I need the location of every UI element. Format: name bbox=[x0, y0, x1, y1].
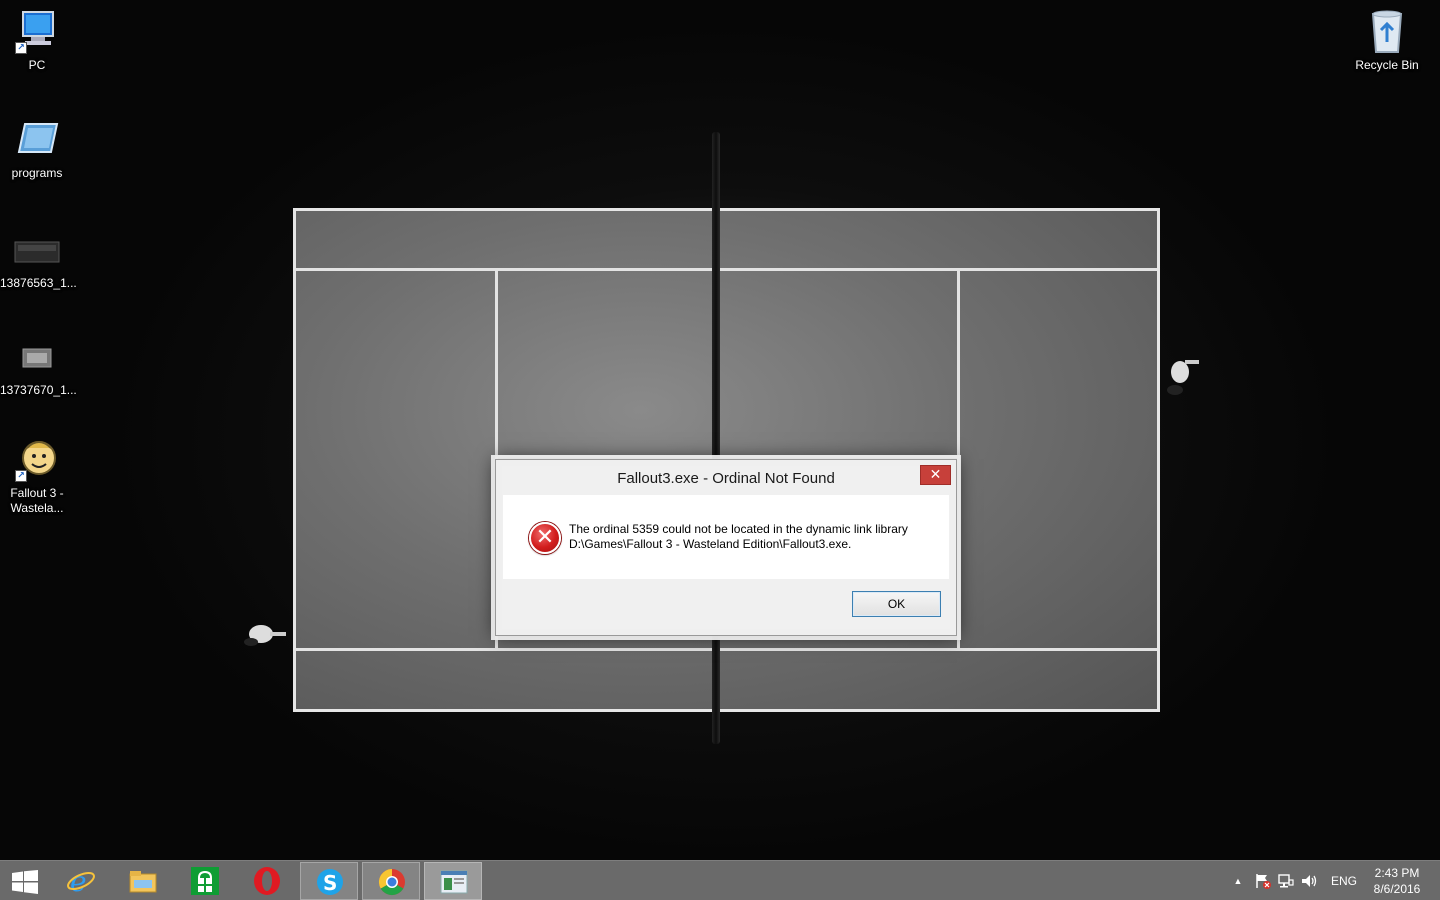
desktop-icon-label: Fallout 3 - Wastela... bbox=[10, 486, 64, 515]
error-icon: ✕ bbox=[529, 522, 561, 554]
player-left bbox=[236, 612, 286, 646]
close-icon: ✕ bbox=[929, 467, 942, 483]
tennis-net bbox=[712, 132, 720, 744]
desktop-icon-label: Recycle Bin bbox=[1355, 58, 1419, 72]
clock-date: 8/6/2016 bbox=[1373, 882, 1421, 896]
vault-boy-icon: ↗ bbox=[13, 436, 61, 484]
window-app-icon bbox=[439, 867, 469, 897]
dialog-message-path: D:\Games\Fallout 3 - Wasteland Edition\F… bbox=[569, 537, 852, 551]
dialog-message: The ordinal 5359 could not be located in… bbox=[569, 522, 939, 552]
clock-time: 2:43 PM bbox=[1374, 866, 1420, 880]
show-hidden-icons-button[interactable]: ▲ bbox=[1230, 872, 1246, 890]
taskbar-windows-store[interactable] bbox=[176, 862, 234, 900]
input-language-indicator[interactable]: ENG bbox=[1328, 872, 1360, 890]
desktop-icon-image-1[interactable]: 13876563_1... bbox=[0, 226, 77, 291]
folder-drive-icon bbox=[13, 116, 61, 164]
close-button[interactable]: ✕ bbox=[920, 465, 951, 485]
taskbar-skype[interactable]: S bbox=[300, 862, 358, 900]
system-clock[interactable]: 2:43 PM 8/6/2016 bbox=[1364, 865, 1430, 897]
desktop-icon-image-2[interactable]: 13737670_1... bbox=[0, 333, 77, 398]
image-file-icon bbox=[13, 226, 61, 274]
desktop-icon-label: 13876563_1... bbox=[0, 276, 77, 290]
taskbar-opera[interactable] bbox=[238, 862, 296, 900]
taskbar-active-window[interactable] bbox=[424, 862, 482, 900]
desktop-icon-programs[interactable]: programs bbox=[0, 116, 74, 181]
windows-logo-icon bbox=[12, 870, 38, 894]
desktop-icon-pc[interactable]: ↗ PC bbox=[0, 8, 74, 73]
desktop-icon-recycle-bin[interactable]: Recycle Bin bbox=[1350, 8, 1424, 73]
dialog-title: Fallout3.exe - Ordinal Not Found bbox=[617, 470, 835, 487]
computer-icon: ↗ bbox=[13, 8, 61, 56]
action-center-flag-icon[interactable] bbox=[1254, 872, 1272, 890]
ok-button[interactable]: OK bbox=[852, 591, 941, 617]
dialog-body: ✕ The ordinal 5359 could not be located … bbox=[503, 495, 949, 579]
opera-icon bbox=[252, 866, 282, 896]
recycle-bin-icon bbox=[1363, 8, 1411, 56]
skype-icon: S bbox=[315, 867, 345, 897]
store-icon bbox=[190, 866, 220, 896]
network-icon[interactable] bbox=[1277, 872, 1295, 890]
dialog-message-line: The ordinal 5359 could not be located in… bbox=[569, 522, 908, 536]
chrome-icon bbox=[377, 867, 407, 897]
player-right bbox=[1155, 350, 1199, 395]
start-button[interactable] bbox=[0, 862, 58, 900]
svg-text:e: e bbox=[70, 866, 87, 896]
svg-text:S: S bbox=[323, 871, 337, 895]
taskbar-internet-explorer[interactable]: e bbox=[52, 862, 110, 900]
desktop-icon-label: PC bbox=[28, 58, 46, 72]
ie-icon: e bbox=[66, 865, 96, 898]
desktop-wallpaper bbox=[0, 0, 1440, 860]
taskbar-file-explorer[interactable] bbox=[114, 862, 172, 900]
image-file-icon bbox=[13, 333, 61, 381]
taskbar-chrome[interactable] bbox=[362, 862, 420, 900]
error-dialog: Fallout3.exe - Ordinal Not Found ✕ ✕ The… bbox=[495, 459, 957, 636]
folder-icon bbox=[128, 866, 158, 896]
volume-icon[interactable] bbox=[1300, 872, 1318, 890]
desktop-icon-label: 13737670_1... bbox=[0, 383, 77, 397]
taskbar: e S ▲ ENG 2:43 PM 8/6/2016 bbox=[0, 860, 1440, 900]
desktop-icon-fallout3[interactable]: ↗ Fallout 3 - Wastela... bbox=[0, 436, 74, 516]
desktop-icon-label: programs bbox=[11, 166, 63, 180]
